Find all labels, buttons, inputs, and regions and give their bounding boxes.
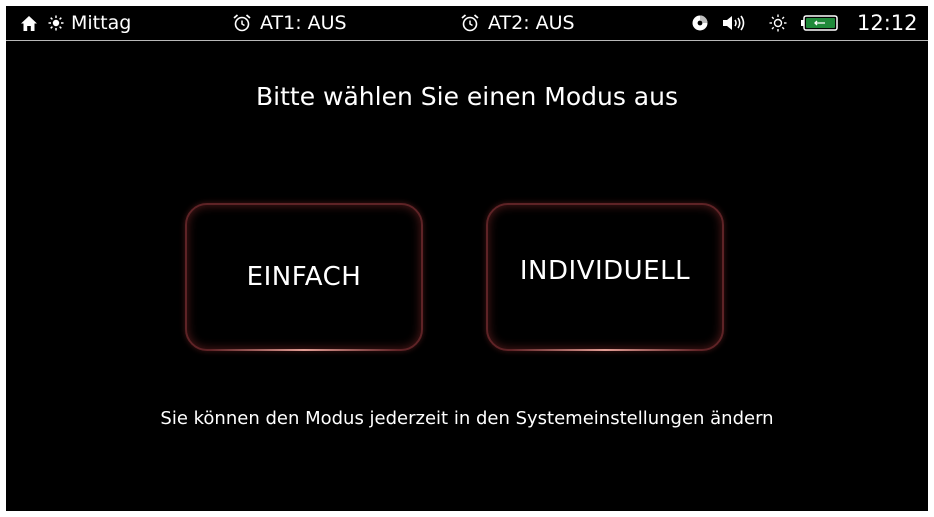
- home-button[interactable]: [20, 6, 38, 40]
- screen: Mittag AT1: AUS AT2: AUS 12:12 Bitte wäh…: [6, 6, 928, 511]
- time-of-day: Mittag: [48, 6, 131, 40]
- hint-text: Sie können den Modus jederzeit in den Sy…: [160, 408, 774, 429]
- alarm-2-status[interactable]: AT2: AUS: [460, 6, 575, 40]
- brightness-icon: [769, 14, 787, 32]
- page-title: Bitte wählen Sie einen Modus aus: [256, 82, 678, 111]
- mode-simple-label: EINFACH: [246, 262, 362, 292]
- alarm-clock-icon: [233, 14, 251, 32]
- cd-status: [691, 6, 709, 40]
- sun-icon: [48, 15, 64, 31]
- alarm-clock-icon: [461, 14, 479, 32]
- mode-custom-button[interactable]: INDIVIDUELL: [486, 203, 724, 351]
- time-of-day-label: Mittag: [71, 12, 132, 34]
- cd-icon: [692, 15, 708, 31]
- alarm-1-status[interactable]: AT1: AUS: [232, 6, 347, 40]
- mode-simple-button[interactable]: EINFACH: [185, 203, 423, 351]
- status-bar: Mittag AT1: AUS AT2: AUS 12:12: [6, 6, 928, 41]
- alarm-1-label: AT1: AUS: [260, 12, 347, 34]
- battery-status: [801, 6, 839, 40]
- volume-button[interactable]: [722, 6, 748, 40]
- battery-icon: [801, 15, 838, 31]
- alarm-2-label: AT2: AUS: [488, 12, 575, 34]
- home-icon: [21, 15, 37, 31]
- speaker-icon: [723, 15, 745, 31]
- brightness-button[interactable]: [769, 6, 787, 40]
- mode-custom-label: INDIVIDUELL: [519, 256, 691, 286]
- clock: 12:12: [857, 11, 918, 35]
